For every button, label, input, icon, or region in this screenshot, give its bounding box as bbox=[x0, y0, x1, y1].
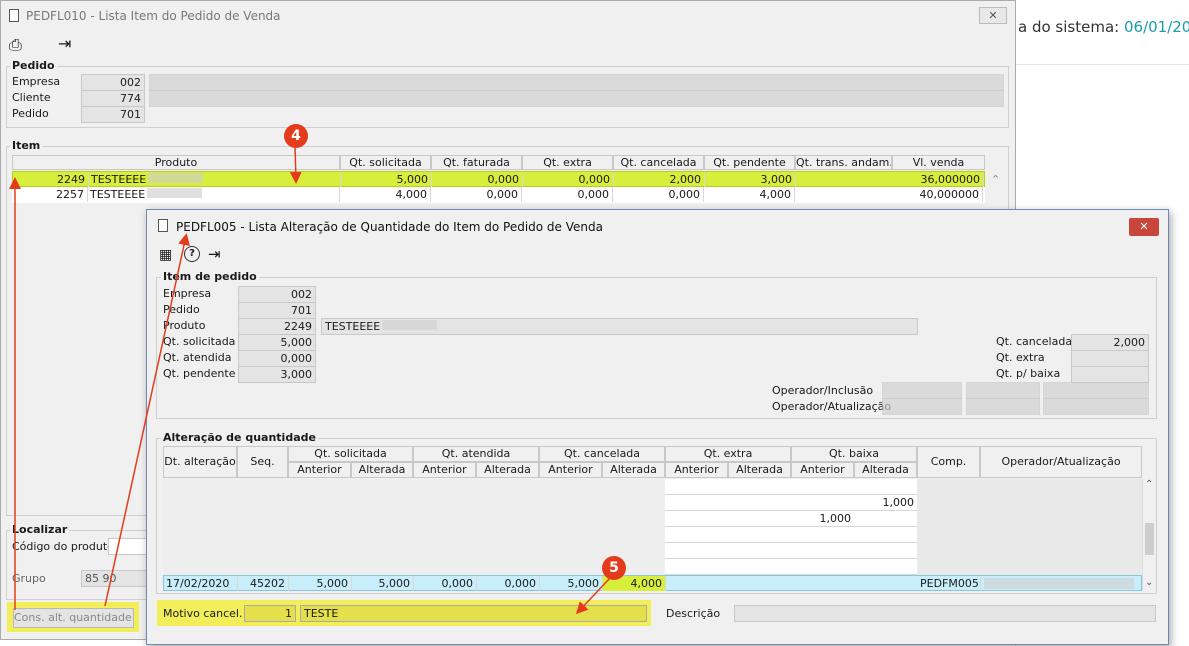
arrow-4 bbox=[289, 145, 302, 184]
arrow-to-window bbox=[104, 233, 190, 607]
annotation-arrows bbox=[9, 145, 611, 615]
annotation-5: 5 bbox=[602, 556, 626, 580]
annotation-4: 4 bbox=[284, 124, 308, 148]
arrow-5 bbox=[575, 577, 611, 615]
